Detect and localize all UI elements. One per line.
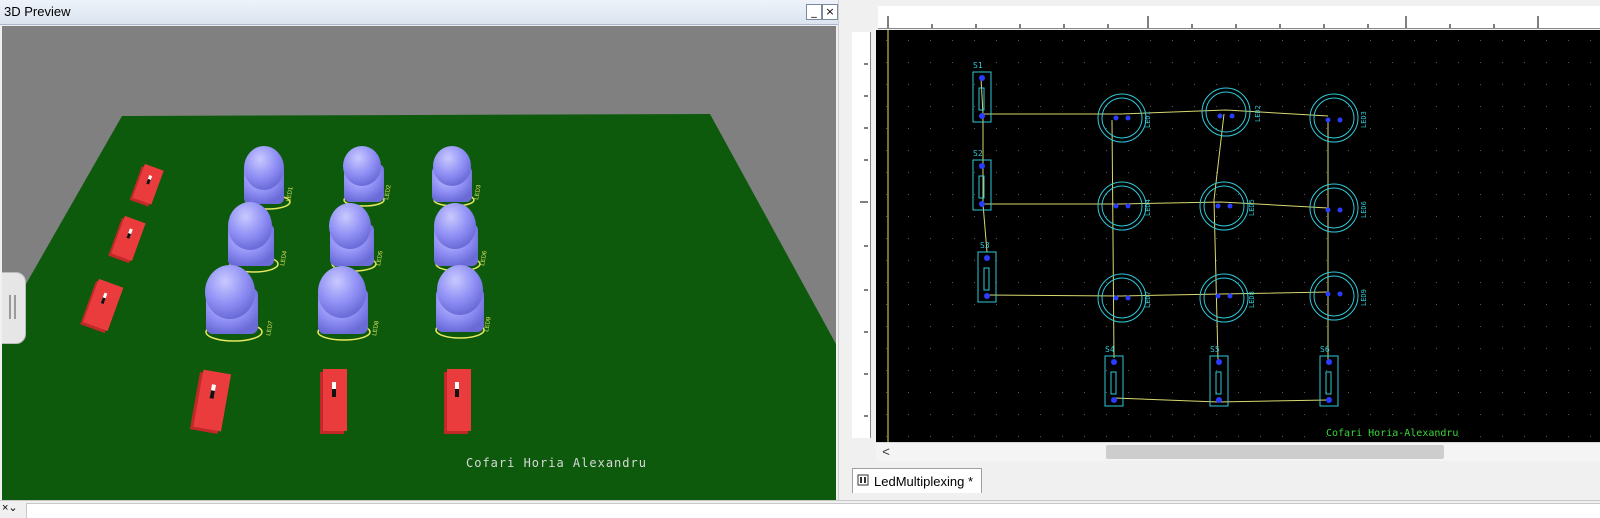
pcb-layout: S1 S2 S3 S4 S5 S6 LED1 LED2 LED3 LED4 LE… [876, 30, 1600, 442]
ruler-ticks [860, 63, 868, 417]
panel-splitter[interactable] [838, 0, 853, 500]
status-toggle-icon[interactable]: ×⌄ [2, 501, 18, 514]
led-label: LED1 [1144, 111, 1152, 128]
close-button[interactable]: × [822, 4, 838, 20]
document-tab[interactable]: LedMultiplexing * [852, 468, 982, 493]
scroll-left-button[interactable]: < [878, 443, 894, 461]
pcb-layout-canvas[interactable]: S1 S2 S3 S4 S5 S6 LED1 LED2 LED3 LED4 LE… [876, 30, 1600, 442]
led-label: LED8 [1248, 291, 1256, 308]
minimize-button[interactable]: _ [806, 4, 822, 20]
preview-title: 3D Preview [4, 4, 71, 19]
ruler-ticks [887, 16, 1539, 28]
pcb-document-icon [857, 474, 869, 486]
switch-label: S1 [973, 61, 983, 70]
author-silkscreen: Cofari Horia-Alexandru [1326, 428, 1458, 439]
3d-scene: LED1 LED2 LED3 LED4 LED5 LED6 LED7 LED8 … [2, 114, 836, 500]
switch-3d [320, 369, 347, 434]
horizontal-scrollbar[interactable]: < [876, 442, 1600, 461]
led-label: LED9 [1360, 289, 1368, 306]
document-tab-label: LedMultiplexing * [874, 474, 974, 489]
author-silkscreen-3d: Cofari Horia Alexandru [466, 456, 647, 470]
preview-titlebar: 3D Preview _ × [0, 0, 852, 25]
led-label: LED3 [1360, 111, 1368, 128]
status-strip: ×⌄ [0, 500, 1600, 518]
switch-3d [444, 369, 471, 434]
3d-viewport[interactable]: LED1 LED2 LED3 LED4 LED5 LED6 LED7 LED8 … [2, 26, 836, 500]
led-label: LED6 [1360, 201, 1368, 218]
vertical-ruler [852, 32, 871, 438]
led-label: LED7 [1144, 291, 1152, 308]
switch-label: S6 [1320, 345, 1330, 354]
switch-label: S4 [1105, 345, 1115, 354]
pcb-board-3d [2, 114, 836, 500]
led-label: LED2 [1254, 105, 1262, 122]
led-label: LED5 [1248, 199, 1256, 216]
horizontal-ruler [878, 6, 1600, 29]
switch-label: S2 [973, 149, 983, 158]
switch-label: S5 [1210, 345, 1220, 354]
scrollbar-thumb[interactable] [1106, 445, 1444, 459]
switch-label: S3 [980, 241, 990, 250]
led-label: LED4 [1144, 199, 1152, 216]
viewport-side-handle[interactable] [2, 272, 26, 344]
preview-panel: 3D Preview _ × LED1 LED2 LED3 LED4 LED5 … [0, 0, 852, 500]
